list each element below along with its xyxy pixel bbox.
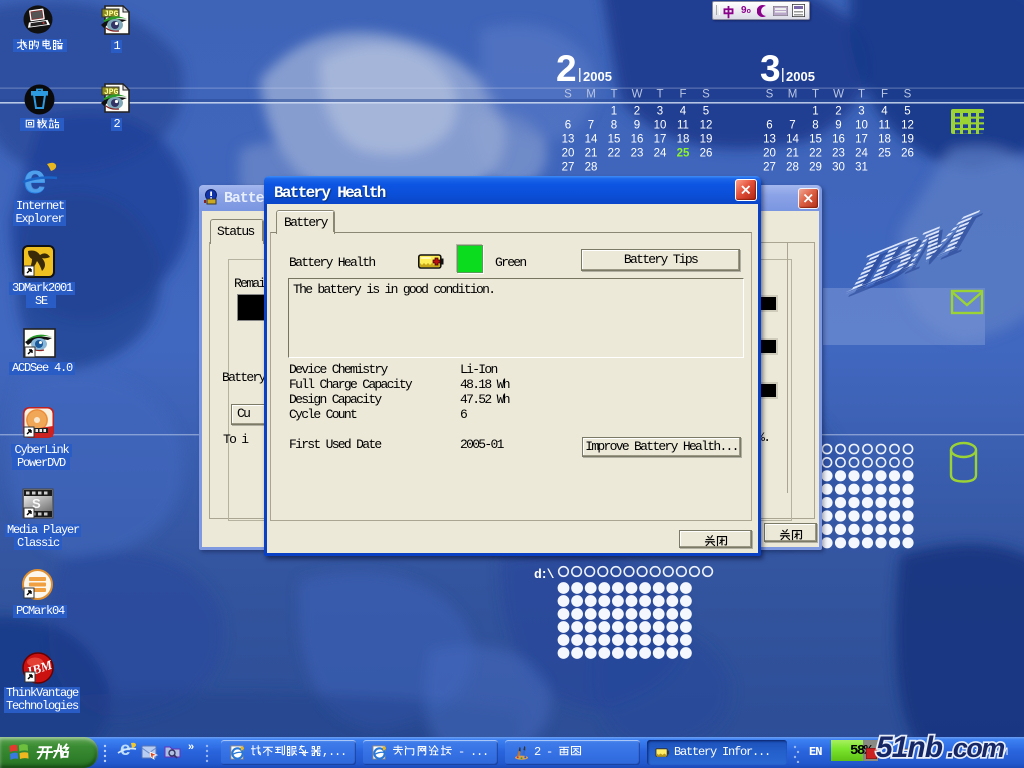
svg-text:T: T: [812, 89, 819, 101]
svg-text:16: 16: [631, 134, 644, 146]
svg-text:4: 4: [680, 106, 687, 118]
svg-text:17: 17: [654, 134, 667, 146]
svg-text:23: 23: [832, 148, 845, 160]
svg-text:22: 22: [809, 148, 822, 160]
svg-text:25: 25: [677, 148, 690, 160]
svg-text:3: 3: [858, 106, 864, 118]
svg-text:5: 5: [904, 106, 910, 118]
svg-text:21: 21: [786, 148, 799, 160]
svg-text:16: 16: [832, 134, 845, 146]
svg-text:7: 7: [789, 120, 795, 132]
svg-text:11: 11: [677, 120, 689, 132]
svg-text:F: F: [881, 89, 888, 101]
svg-text:2: 2: [634, 106, 640, 118]
svg-text:15: 15: [809, 134, 822, 146]
svg-text:2: 2: [556, 48, 577, 89]
svg-text:3: 3: [657, 106, 663, 118]
svg-text:12: 12: [700, 120, 713, 132]
svg-text:30: 30: [832, 162, 845, 174]
svg-text:27: 27: [763, 162, 776, 174]
svg-text:1: 1: [812, 106, 818, 118]
svg-text:T: T: [858, 89, 865, 101]
svg-text:19: 19: [700, 134, 713, 146]
svg-text:18: 18: [677, 134, 690, 146]
svg-text:T: T: [610, 89, 617, 101]
svg-text:27: 27: [562, 162, 575, 174]
svg-text:6: 6: [766, 120, 772, 132]
svg-text:M: M: [788, 89, 798, 101]
svg-text:20: 20: [763, 148, 776, 160]
svg-text:13: 13: [562, 134, 575, 146]
svg-text:7: 7: [588, 120, 594, 132]
svg-text:5: 5: [703, 106, 709, 118]
svg-text:10: 10: [654, 120, 667, 132]
svg-text:S: S: [766, 89, 774, 101]
svg-text:25: 25: [878, 148, 891, 160]
svg-text:19: 19: [901, 134, 914, 146]
svg-text:F: F: [679, 89, 686, 101]
svg-text:18: 18: [878, 134, 891, 146]
svg-text:21: 21: [585, 148, 598, 160]
svg-text:6: 6: [565, 120, 571, 132]
svg-text:51nb: 51nb: [876, 732, 943, 764]
svg-text:2005: 2005: [583, 69, 612, 84]
svg-text:8: 8: [812, 120, 818, 132]
svg-text:S: S: [564, 89, 572, 101]
svg-text:20: 20: [562, 148, 575, 160]
svg-text:10: 10: [855, 120, 868, 132]
svg-text:22: 22: [608, 148, 621, 160]
svg-text:29: 29: [809, 162, 822, 174]
svg-text:28: 28: [786, 162, 799, 174]
svg-text:3: 3: [760, 48, 781, 89]
svg-text:W: W: [632, 89, 643, 101]
svg-text:23: 23: [631, 148, 644, 160]
svg-text:S: S: [702, 89, 710, 101]
svg-text:9: 9: [835, 120, 841, 132]
svg-text:17: 17: [855, 134, 868, 146]
svg-text:24: 24: [855, 148, 868, 160]
svg-text:d:\: d:\: [534, 567, 555, 582]
svg-text:1: 1: [611, 106, 617, 118]
svg-text:.com: .com: [947, 733, 1004, 763]
svg-text:9: 9: [634, 120, 640, 132]
svg-text:14: 14: [585, 134, 598, 146]
svg-text:31: 31: [855, 162, 868, 174]
svg-text:S: S: [904, 89, 912, 101]
svg-text:W: W: [833, 89, 844, 101]
svg-text:26: 26: [901, 148, 914, 160]
svg-text:11: 11: [879, 120, 891, 132]
svg-text:15: 15: [608, 134, 621, 146]
svg-text:T: T: [656, 89, 663, 101]
svg-text:28: 28: [585, 162, 598, 174]
svg-text:2005: 2005: [786, 69, 815, 84]
svg-text:13: 13: [763, 134, 776, 146]
svg-text:26: 26: [700, 148, 713, 160]
svg-text:4: 4: [881, 106, 888, 118]
svg-text:M: M: [586, 89, 596, 101]
svg-text:8: 8: [611, 120, 617, 132]
svg-text:14: 14: [786, 134, 799, 146]
svg-text:2: 2: [835, 106, 841, 118]
svg-text:24: 24: [654, 148, 667, 160]
svg-text:12: 12: [901, 120, 914, 132]
